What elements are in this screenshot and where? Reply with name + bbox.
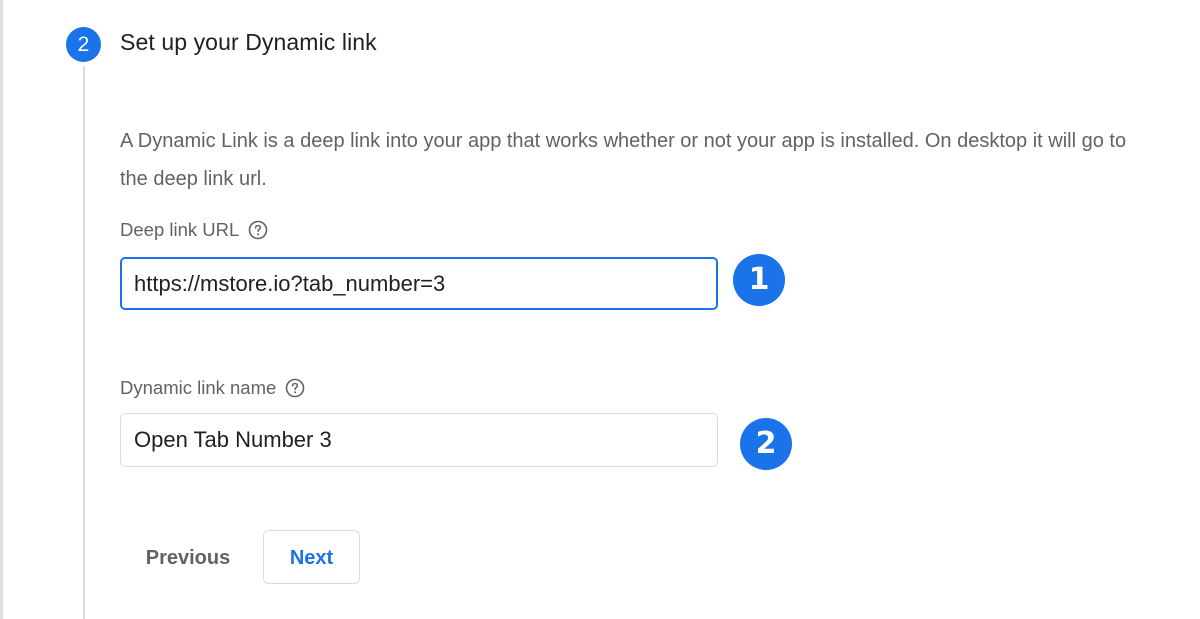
step-description: A Dynamic Link is a deep link into your … bbox=[120, 130, 1127, 190]
help-circle-icon[interactable] bbox=[285, 378, 305, 398]
setup-dynamic-link-page: 2 Set up your Dynamic link A Dynamic Lin… bbox=[0, 0, 1200, 619]
annotation-badge-2: 2 bbox=[740, 418, 792, 470]
step-title: Set up your Dynamic link bbox=[120, 29, 377, 55]
annotation-badge-1: 1 bbox=[733, 254, 785, 306]
help-circle-icon[interactable] bbox=[248, 220, 268, 240]
step-number-badge: 2 bbox=[66, 27, 101, 62]
deep-link-url-label-row: Deep link URL bbox=[120, 219, 268, 241]
deep-link-url-label: Deep link URL bbox=[120, 219, 240, 240]
panel-left-border bbox=[0, 0, 3, 619]
deep-link-url-input[interactable]: https://mstore.io?tab_number=3 bbox=[120, 257, 718, 310]
dynamic-link-name-label-row: Dynamic link name bbox=[120, 377, 305, 399]
stepper-connector-line bbox=[83, 66, 85, 619]
dynamic-link-name-value: Open Tab Number 3 bbox=[134, 427, 332, 452]
next-button[interactable]: Next bbox=[263, 530, 360, 584]
previous-button[interactable]: Previous bbox=[130, 530, 246, 584]
dynamic-link-name-input[interactable]: Open Tab Number 3 bbox=[120, 413, 718, 467]
deep-link-url-value: https://mstore.io?tab_number=3 bbox=[134, 270, 446, 296]
dynamic-link-name-label: Dynamic link name bbox=[120, 377, 277, 398]
